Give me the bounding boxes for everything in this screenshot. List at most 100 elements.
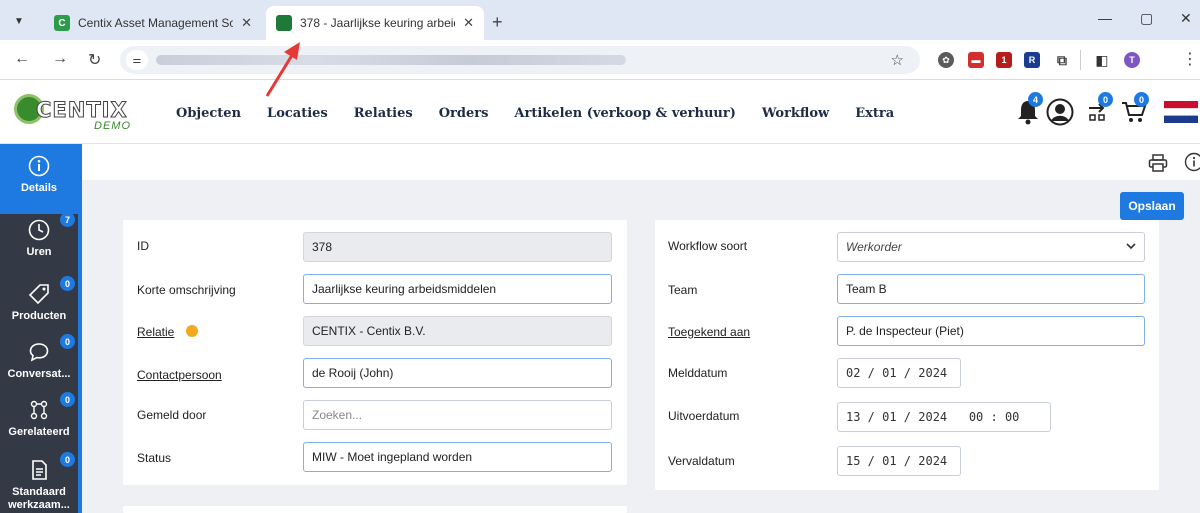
tasks-transfer-icon[interactable]: 0 (1084, 92, 1113, 126)
sidebar-item-standaard-werkzaamheden[interactable]: Standaard werkzaam... 0 (0, 448, 78, 513)
nav-extra[interactable]: Extra (855, 106, 894, 121)
close-window-button[interactable]: ✕ (1180, 10, 1192, 27)
tab-close-icon[interactable]: ✕ (241, 15, 252, 31)
form-panel-left: ID 378 Korte omschrijving Jaarlijkse keu… (123, 220, 627, 485)
notifications-bell-icon[interactable]: 4 (1014, 92, 1043, 126)
id-field: 378 (303, 232, 612, 262)
main-navigation: Objecten Locaties Relaties Orders Artike… (176, 106, 920, 121)
nav-artikelen[interactable]: Artikelen (verkoop & verhuur) (514, 106, 735, 121)
vervaldatum-input[interactable]: 15 / 01 / 2024 (837, 446, 961, 476)
page-info-icon[interactable] (1184, 152, 1200, 175)
nav-orders[interactable]: Orders (439, 106, 489, 121)
toolbar-divider (1080, 50, 1081, 70)
tag-icon (27, 282, 51, 306)
uitvoerdatum-label: Uitvoerdatum (668, 409, 740, 423)
workflow-soort-value: Werkorder (846, 240, 902, 254)
tab-title: Centix Asset Management Softw (78, 16, 234, 30)
sidebar-item-label: Producten (11, 310, 67, 322)
browser-tab-workorder[interactable]: 378 - Jaarlijkse keuring arbeidsn ✕ (266, 6, 484, 40)
relation-nodes-icon (27, 398, 51, 422)
toegekend-aan-link[interactable]: Toegekend aan (668, 325, 750, 339)
relatie-link[interactable]: Relatie (137, 325, 174, 339)
sidebar-item-label: Standaard werkzaam... (8, 486, 70, 511)
app-header: CENTIX DEMO Objecten Locaties Relaties O… (0, 80, 1200, 144)
user-account-icon[interactable] (1046, 98, 1074, 126)
tab-close-icon[interactable]: ✕ (463, 15, 474, 31)
sidebar-item-label: Conversat... (7, 368, 71, 380)
sidebar-item-label: Uren (26, 246, 52, 258)
side-panel-icon[interactable]: ◧ (1094, 52, 1110, 68)
dutch-flag-icon[interactable] (1164, 98, 1198, 126)
melddatum-label: Melddatum (668, 366, 728, 380)
uitvoerdatum-input[interactable]: 13 / 01 / 2024 00 : 00 (837, 402, 1051, 432)
gemeld-door-label: Gemeld door (137, 408, 207, 422)
document-icon (27, 458, 51, 482)
nav-relaties[interactable]: Relaties (354, 106, 413, 121)
tab-search-chevron-icon[interactable]: ▼ (8, 10, 30, 32)
site-settings-icon[interactable]: ⚌ (126, 50, 148, 70)
nav-objecten[interactable]: Objecten (176, 106, 241, 121)
sidebar-item-label: Gerelateerd (8, 426, 70, 438)
korte-omschrijving-label: Korte omschrijving (137, 283, 236, 297)
chat-bubble-icon (27, 340, 51, 364)
save-button[interactable]: Opslaan (1120, 192, 1184, 220)
toegekend-aan-input[interactable]: P. de Inspecteur (Piet) (837, 316, 1145, 346)
shopping-cart-icon[interactable]: 0 (1120, 92, 1149, 126)
leaf-favicon-icon (276, 15, 292, 31)
minimize-window-button[interactable]: — (1098, 10, 1112, 26)
detail-toolbar (82, 144, 1200, 180)
detail-sidebar: Details Uren 7 Producten 0 Conversat... … (0, 144, 82, 513)
tasks-badge: 0 (1098, 92, 1113, 107)
gemeld-door-search-input[interactable]: Zoeken... (303, 400, 612, 430)
nav-locaties[interactable]: Locaties (267, 106, 328, 121)
blurred-url (156, 55, 626, 65)
vervaldatum-label: Vervaldatum (668, 454, 735, 468)
centix-favicon-icon: C (54, 15, 70, 31)
status-select[interactable]: MIW - Moet ingepland worden (303, 442, 612, 472)
workflow-soort-select[interactable]: Werkorder (837, 232, 1145, 262)
sidebar-badge: 7 (60, 212, 75, 227)
status-label: Status (137, 451, 172, 465)
id-label: ID (137, 239, 149, 253)
back-arrow-icon[interactable]: ← (14, 50, 30, 68)
notifications-badge: 4 (1028, 92, 1043, 107)
clock-icon (27, 218, 51, 242)
melddatum-value: 02 / 01 / 2024 (846, 366, 948, 380)
forward-arrow-icon[interactable]: → (52, 50, 68, 68)
uitvoerdatum-value: 13 / 01 / 2024 00 : 00 (846, 410, 1020, 424)
form-panel-right: Workflow soort Werkorder Team Team B Toe… (655, 220, 1159, 490)
contactpersoon-input[interactable]: de Rooij (John) (303, 358, 612, 388)
sidebar-accent-bar (78, 144, 82, 513)
centix-logo[interactable]: CENTIX DEMO (14, 90, 144, 134)
form-panel-lower (123, 506, 627, 513)
puzzle-extensions-icon[interactable]: ⧉ (1054, 52, 1070, 68)
contactpersoon-link[interactable]: Contactpersoon (137, 368, 222, 382)
info-icon (27, 154, 51, 178)
melddatum-input[interactable]: 02 / 01 / 2024 (837, 358, 961, 388)
nav-workflow[interactable]: Workflow (762, 106, 829, 121)
sidebar-item-details[interactable]: Details (0, 144, 78, 214)
sidebar-badge: 0 (60, 452, 75, 467)
reload-icon[interactable]: ↻ (88, 50, 101, 70)
new-tab-button[interactable]: + (492, 12, 503, 33)
profile-avatar[interactable]: T (1124, 52, 1140, 68)
tab-title: 378 - Jaarlijkse keuring arbeidsn (300, 16, 455, 30)
address-bar[interactable]: ⚌ ☆ (120, 46, 920, 74)
sidebar-item-uren[interactable]: Uren 7 (0, 208, 78, 278)
team-input[interactable]: Team B (837, 274, 1145, 304)
red-extension-icon[interactable]: ▬ (968, 52, 984, 68)
team-label: Team (668, 283, 698, 297)
status-indicator-dot (186, 325, 198, 337)
sidebar-item-label: Details (20, 182, 58, 194)
browser-toolbar: ← → ↻ ⚌ ☆ ✿ ▬ 1 R ⧉ ◧ T ⋮ (0, 40, 1200, 80)
printer-icon[interactable] (1148, 154, 1168, 175)
r-extension-icon[interactable]: R (1024, 52, 1040, 68)
gear-extension-icon[interactable]: ✿ (938, 52, 954, 68)
maximize-window-button[interactable]: ▢ (1140, 10, 1153, 27)
shield-extension-icon[interactable]: 1 (996, 52, 1012, 68)
sidebar-badge: 0 (60, 334, 75, 349)
browser-tab-centix[interactable]: C Centix Asset Management Softw ✕ (44, 6, 262, 40)
browser-menu-icon[interactable]: ⋮ (1182, 49, 1198, 69)
korte-omschrijving-input[interactable]: Jaarlijkse keuring arbeidsmiddelen (303, 274, 612, 304)
bookmark-star-icon[interactable]: ☆ (891, 51, 904, 69)
